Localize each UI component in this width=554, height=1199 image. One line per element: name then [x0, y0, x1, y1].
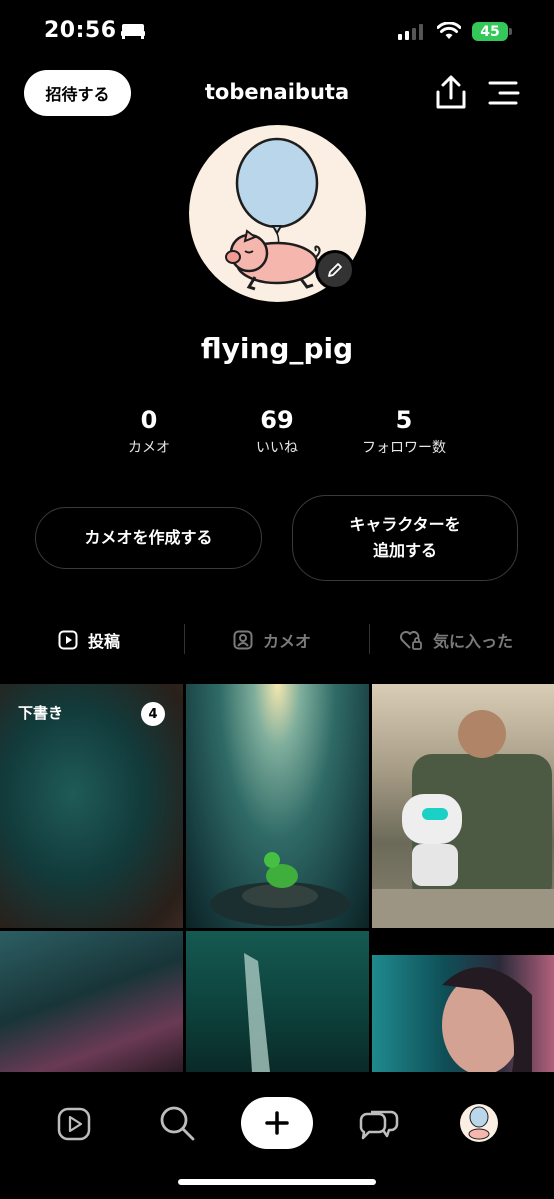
stat-value: 0: [140, 406, 158, 434]
add-character-label-line2: 追加する: [372, 541, 437, 560]
status-time: 20:56: [44, 18, 117, 43]
post-tile-hood[interactable]: [0, 931, 183, 1072]
post-tile-frog[interactable]: [186, 684, 369, 928]
stat-label: フォロワー数: [362, 440, 446, 456]
create-cameo-button[interactable]: カメオを作成する: [35, 507, 262, 569]
tab-divider: [369, 624, 370, 654]
share-icon[interactable]: [432, 74, 470, 112]
display-name: flying_pig: [200, 332, 354, 365]
stat-likes[interactable]: 69 いいね: [217, 405, 337, 457]
feed-play-icon[interactable]: [57, 1107, 91, 1141]
sleep-bed-icon: [121, 24, 145, 39]
post-tile-crystal[interactable]: [186, 931, 369, 1072]
stat-value: 5: [395, 406, 413, 434]
tab-divider: [184, 624, 185, 654]
invite-button[interactable]: 招待する: [24, 70, 131, 116]
tab-label: カメオ: [263, 632, 312, 651]
search-icon[interactable]: [158, 1104, 196, 1142]
flying-pig-mini-icon: [468, 1106, 490, 1140]
tab-liked[interactable]: 気に入った: [399, 622, 513, 658]
pencil-icon: [328, 263, 342, 277]
battery-indicator: 45: [472, 22, 508, 41]
woman-scene: [442, 967, 532, 1072]
add-character-label-line1: キャラクターを: [349, 515, 461, 534]
post-tile-woman[interactable]: [372, 955, 554, 1072]
stat-value: 69: [260, 406, 294, 434]
tab-label: 気に入った: [433, 632, 514, 651]
status-bar: 20:56 45: [0, 0, 554, 60]
tab-cameo[interactable]: カメオ: [233, 622, 311, 658]
tab-posts[interactable]: 投稿: [58, 622, 120, 658]
person-square-icon: [233, 630, 253, 650]
drafts-label: 下書き: [18, 704, 64, 722]
stat-cameo[interactable]: 0 カメオ: [89, 405, 209, 457]
chat-bubbles-icon[interactable]: [357, 1106, 399, 1142]
wifi-icon: [437, 22, 461, 39]
menu-icon[interactable]: [488, 80, 520, 106]
tab-label: 投稿: [88, 632, 121, 651]
stat-label: いいね: [256, 440, 298, 456]
edit-avatar-button[interactable]: [315, 250, 355, 290]
stat-followers[interactable]: 5 フォロワー数: [344, 405, 464, 457]
heart-lock-icon: [400, 630, 422, 650]
drafts-count-badge: 4: [141, 702, 165, 726]
cellular-signal-icon: [398, 24, 423, 40]
battery-cap: [509, 28, 512, 35]
frog-scene: [210, 852, 350, 926]
crystal-scene: [244, 953, 270, 1072]
stat-label: カメオ: [128, 440, 170, 456]
home-indicator: [178, 1179, 376, 1185]
add-character-button[interactable]: キャラクターを 追加する: [292, 495, 518, 581]
create-button[interactable]: [241, 1097, 313, 1149]
post-tile-robot[interactable]: [372, 684, 554, 928]
nav-profile-avatar[interactable]: [460, 1104, 498, 1142]
robot-scene: [372, 710, 554, 928]
plus-icon: [265, 1111, 289, 1135]
play-square-icon: [58, 630, 78, 650]
